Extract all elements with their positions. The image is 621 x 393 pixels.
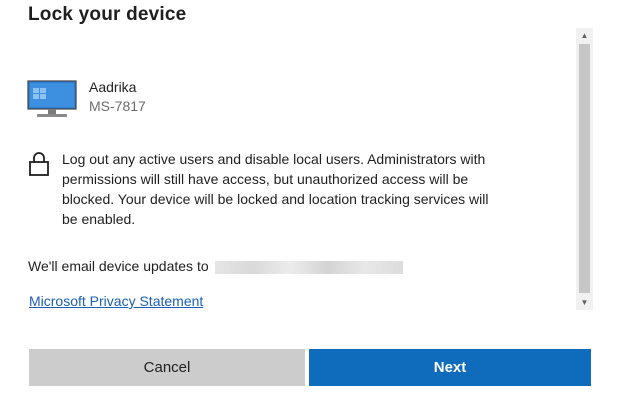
scrollbar-thumb[interactable] [579,44,590,293]
lock-warning-text: Log out any active users and disable loc… [62,151,489,227]
email-updates: We'll email device updates to [28,258,403,274]
redacted-email-address [214,260,403,274]
device-info: Aadrika MS-7817 [27,78,146,120]
device-model: MS-7817 [89,98,146,114]
scroll-down-arrow-icon[interactable]: ▼ [576,295,593,310]
device-name: Aadrika [89,79,137,95]
dialog-content: Aadrika MS-7817 Log out any active users… [0,28,575,310]
lock-warning: Log out any active users and disable loc… [28,149,492,229]
privacy-statement-link[interactable]: Microsoft Privacy Statement [29,293,203,309]
lock-device-dialog: Lock your device Aadrika MS-7817 Log out… [0,0,621,393]
scroll-up-arrow-icon[interactable]: ▲ [576,28,593,43]
device-text: Aadrika MS-7817 [89,78,146,116]
lock-icon [29,152,49,176]
cancel-button[interactable]: Cancel [29,349,305,386]
vertical-scrollbar[interactable]: ▲ ▼ [576,28,593,310]
email-updates-label: We'll email device updates to [28,258,209,274]
dialog-title: Lock your device [28,4,187,25]
dialog-buttons: Cancel Next [29,349,591,386]
desktop-monitor-icon [27,80,77,117]
next-button[interactable]: Next [309,349,591,386]
